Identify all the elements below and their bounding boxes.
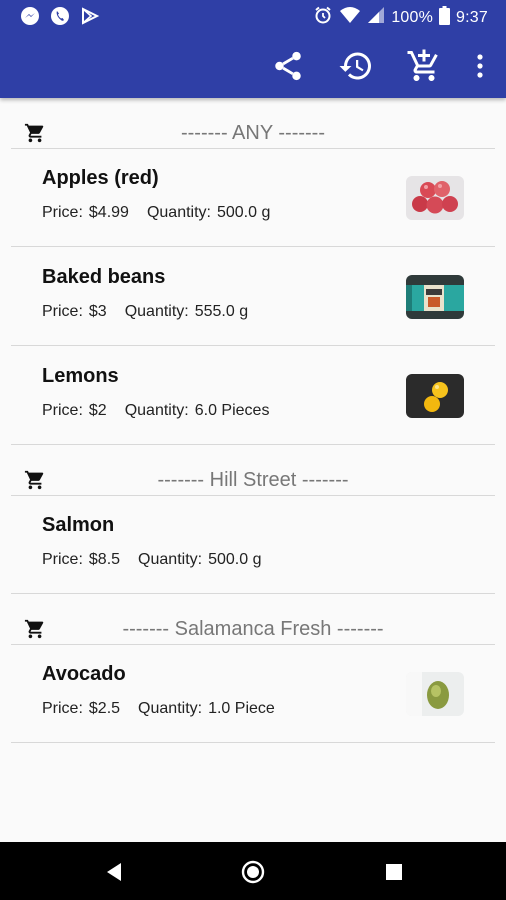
back-button[interactable] [102, 860, 126, 884]
section-title: ------- ANY ------- [180, 122, 325, 144]
list-item[interactable]: Salmon Price: $8.5 Quantity: 500.0 g [0, 495, 506, 594]
overflow-menu-button[interactable] [468, 46, 492, 86]
item-details: Price: $3 Quantity: 555.0 g [42, 303, 248, 321]
play-store-icon [80, 6, 100, 26]
quantity-label: Quantity: [138, 551, 203, 568]
quantity-label: Quantity: [138, 700, 203, 717]
add-to-cart-icon [407, 49, 438, 81]
item-price: $8.5 [88, 551, 121, 568]
price-label: Price: [42, 551, 83, 568]
home-icon [241, 860, 265, 884]
item-quantity: 555.0 g [194, 303, 249, 320]
price-label: Price: [42, 303, 83, 320]
item-name: Lemons [42, 365, 119, 387]
battery-percent: 100% [391, 8, 434, 26]
overflow-menu-icon [477, 54, 483, 78]
wifi-icon [339, 6, 361, 29]
status-bar: 100% 9:37 [0, 0, 506, 34]
item-name: Salmon [42, 514, 115, 536]
item-thumbnail-lemons [406, 374, 464, 418]
item-quantity: 6.0 Pieces [194, 402, 270, 419]
section-header: ------- ANY ------- [0, 98, 506, 149]
add-to-cart-button[interactable] [404, 46, 444, 86]
item-details: Price: $4.99 Quantity: 500.0 g [42, 204, 270, 222]
item-name: Avocado [42, 663, 126, 685]
item-details: Price: $2 Quantity: 6.0 Pieces [42, 402, 269, 420]
item-price: $2.5 [88, 700, 121, 717]
item-price: $3 [88, 303, 107, 320]
item-price: $4.99 [88, 204, 129, 221]
section-title: ------- Hill Street ------- [157, 469, 349, 491]
recents-icon [386, 864, 402, 880]
section-title: ------- Salamanca Fresh ------- [122, 618, 384, 640]
list-item[interactable]: Baked beans Price: $3 Quantity: 555.0 g [0, 247, 506, 346]
alarm-icon [313, 5, 333, 30]
item-quantity: 1.0 Piece [208, 700, 275, 717]
signal-icon [367, 6, 385, 29]
share-button[interactable] [268, 46, 308, 86]
app-bar: 100% 9:37 [0, 0, 506, 98]
section-header: ------- Hill Street ------- [0, 445, 506, 496]
messenger-icon [20, 6, 40, 26]
divider [11, 742, 495, 743]
quantity-label: Quantity: [124, 402, 189, 419]
list-item[interactable]: Avocado Price: $2.5 Quantity: 1.0 Piece [0, 644, 506, 743]
navigation-bar [0, 842, 506, 900]
home-button[interactable] [241, 860, 265, 884]
item-details: Price: $8.5 Quantity: 500.0 g [42, 551, 261, 569]
item-thumbnail-apples [406, 176, 464, 220]
item-thumbnail-beans [406, 275, 464, 319]
phone-icon [50, 6, 70, 26]
item-price: $2 [88, 402, 107, 419]
list-item[interactable]: Lemons Price: $2 Quantity: 6.0 Pieces [0, 346, 506, 445]
shopping-list: ------- ANY ------- Apples (red) Price: $… [0, 98, 506, 743]
history-icon [339, 52, 371, 80]
battery-icon [439, 5, 451, 30]
status-time: 9:37 [456, 8, 488, 26]
share-icon [275, 51, 301, 81]
price-label: Price: [42, 700, 83, 717]
price-label: Price: [42, 402, 83, 419]
quantity-label: Quantity: [124, 303, 189, 320]
recents-button[interactable] [382, 860, 406, 884]
item-details: Price: $2.5 Quantity: 1.0 Piece [42, 700, 275, 718]
list-item[interactable]: Apples (red) Price: $4.99 Quantity: 500.0 g [0, 148, 506, 247]
item-quantity: 500.0 g [208, 551, 262, 568]
item-name: Baked beans [42, 266, 166, 288]
history-button[interactable] [336, 46, 376, 86]
back-icon [107, 863, 121, 881]
quantity-label: Quantity: [146, 204, 211, 221]
price-label: Price: [42, 204, 83, 221]
section-header: ------- Salamanca Fresh ------- [0, 594, 506, 645]
item-name: Apples (red) [42, 167, 159, 189]
item-thumbnail-avocado [406, 672, 464, 716]
item-quantity: 500.0 g [216, 204, 271, 221]
